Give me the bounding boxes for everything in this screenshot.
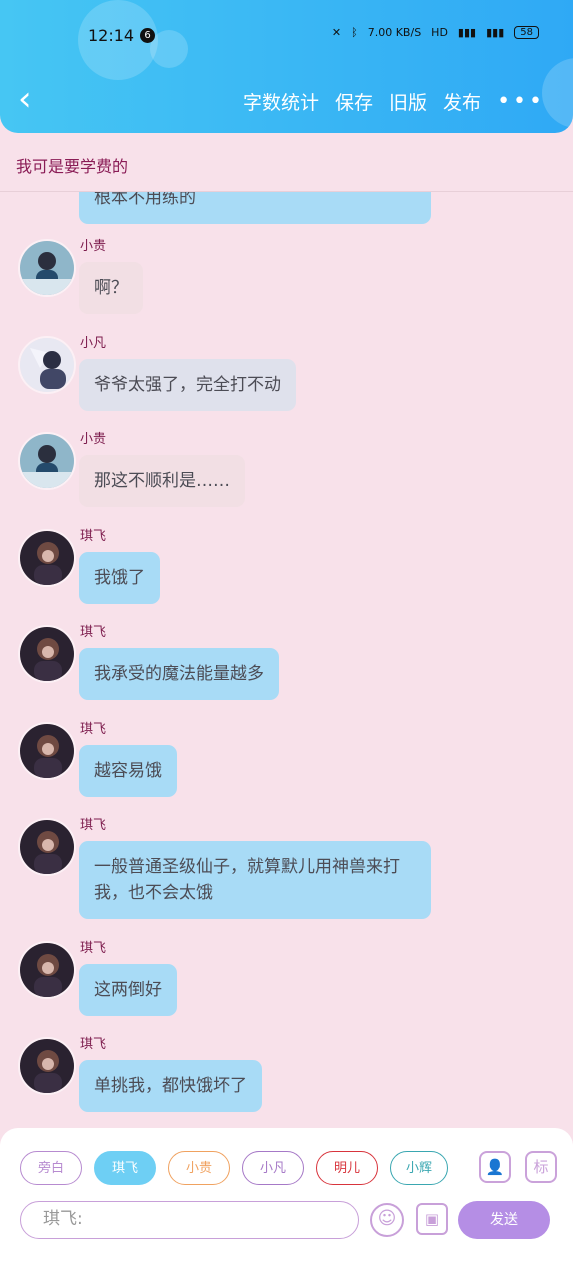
- character-chip[interactable]: 旁白: [20, 1151, 82, 1185]
- publish-button[interactable]: 发布: [443, 88, 481, 115]
- avatar[interactable]: [18, 722, 76, 780]
- message-bubble[interactable]: 爷爷太强了，完全打不动: [79, 359, 296, 411]
- word-count-button[interactable]: 字数统计: [243, 88, 319, 115]
- header: 12:14 6 ✕ ᛒ 7.00 KB/S HD ▮▮▮ ▮▮▮ 58 ‹ 字数…: [0, 0, 573, 133]
- sender-name: 琪飞: [80, 818, 107, 833]
- message-input[interactable]: 琪飞:: [20, 1201, 359, 1239]
- save-button[interactable]: 保存: [335, 88, 373, 115]
- message-bubble[interactable]: 我饿了: [79, 552, 160, 604]
- sender-name: 小贵: [80, 432, 107, 447]
- mark-icon: 标: [533, 1158, 549, 1176]
- bluetooth-icon: ᛒ: [351, 26, 358, 39]
- character-chip[interactable]: 小辉: [390, 1151, 448, 1185]
- message-bubble[interactable]: 我承受的魔法能量越多: [79, 648, 279, 700]
- composer-panel: 旁白 琪飞 小贵 小凡 明儿 小辉 👤 标 琪飞: ☺ ▣ 发送: [0, 1128, 573, 1280]
- decor-bubble: [150, 30, 188, 68]
- notification-badge: 6: [140, 28, 155, 43]
- mark-button[interactable]: 标: [525, 1151, 557, 1183]
- message-bubble[interactable]: 一般普通圣级仙子，就算默儿用神兽来打我，也不会太饿: [79, 841, 431, 919]
- avatar[interactable]: [18, 941, 76, 999]
- decor-bubble: [542, 58, 573, 128]
- emoji-icon[interactable]: ☺: [370, 1203, 404, 1237]
- sender-name: 小凡: [80, 336, 107, 351]
- avatar[interactable]: [18, 818, 76, 876]
- status-time: 12:14: [88, 26, 135, 45]
- sender-name: 琪飞: [80, 722, 107, 737]
- send-button[interactable]: 发送: [458, 1201, 550, 1239]
- chevron-left-icon: ‹: [18, 79, 32, 119]
- hd-icon: HD: [431, 26, 448, 39]
- back-button[interactable]: ‹: [18, 82, 48, 116]
- sender-name: 琪飞: [80, 1037, 107, 1052]
- more-icon[interactable]: •••: [497, 90, 545, 113]
- chat-title-bar: 我可是要学费的: [0, 133, 573, 192]
- message-bubble[interactable]: 根本不用练的: [79, 192, 431, 224]
- battery-icon: 58: [514, 26, 539, 39]
- avatar[interactable]: [18, 1037, 76, 1095]
- avatar[interactable]: [18, 432, 76, 490]
- message-bubble[interactable]: 这两倒好: [79, 964, 177, 1016]
- chat-area[interactable]: 根本不用练的 小贵 啊？ 小凡 爷爷太强了，完全打不动 小贵 那这不顺利是…… 琪飞 我饿了 琪飞…: [0, 192, 573, 1130]
- avatar[interactable]: [18, 529, 76, 587]
- character-chip[interactable]: 小凡: [242, 1151, 304, 1185]
- character-chip[interactable]: 小贵: [168, 1151, 230, 1185]
- chat-title: 我可是要学费的: [16, 157, 129, 176]
- network-speed: 7.00 KB/S: [367, 26, 422, 39]
- mute-icon: ✕: [331, 26, 342, 39]
- input-placeholder: 琪飞:: [43, 1209, 83, 1229]
- message-bubble[interactable]: 越容易饿: [79, 745, 177, 797]
- avatar[interactable]: [18, 336, 76, 394]
- signal-5g-icon: ▮▮▮: [486, 26, 505, 39]
- message-bubble[interactable]: 单挑我，都快饿坏了: [79, 1060, 262, 1112]
- message-bubble[interactable]: 啊？: [79, 262, 143, 314]
- character-chip[interactable]: 琪飞: [94, 1151, 156, 1185]
- character-chip[interactable]: 明儿: [316, 1151, 378, 1185]
- old-version-button[interactable]: 旧版: [389, 88, 427, 115]
- sender-name: 小贵: [80, 239, 107, 254]
- image-icon[interactable]: ▣: [416, 1203, 448, 1235]
- sender-name: 琪飞: [80, 625, 107, 640]
- avatar[interactable]: [18, 625, 76, 683]
- character-chips: 旁白 琪飞 小贵 小凡 明儿 小辉: [20, 1151, 448, 1185]
- status-icons: ✕ ᛒ 7.00 KB/S HD ▮▮▮ ▮▮▮ 58: [332, 26, 539, 39]
- message-bubble[interactable]: 那这不顺利是……: [79, 455, 245, 507]
- avatar[interactable]: [18, 239, 76, 297]
- sender-name: 琪飞: [80, 941, 107, 956]
- sender-name: 琪飞: [80, 529, 107, 544]
- add-character-icon[interactable]: 👤: [479, 1151, 511, 1183]
- top-actions: 字数统计 保存 旧版 发布 •••: [243, 88, 545, 115]
- signal-4g-icon: ▮▮▮: [457, 26, 477, 39]
